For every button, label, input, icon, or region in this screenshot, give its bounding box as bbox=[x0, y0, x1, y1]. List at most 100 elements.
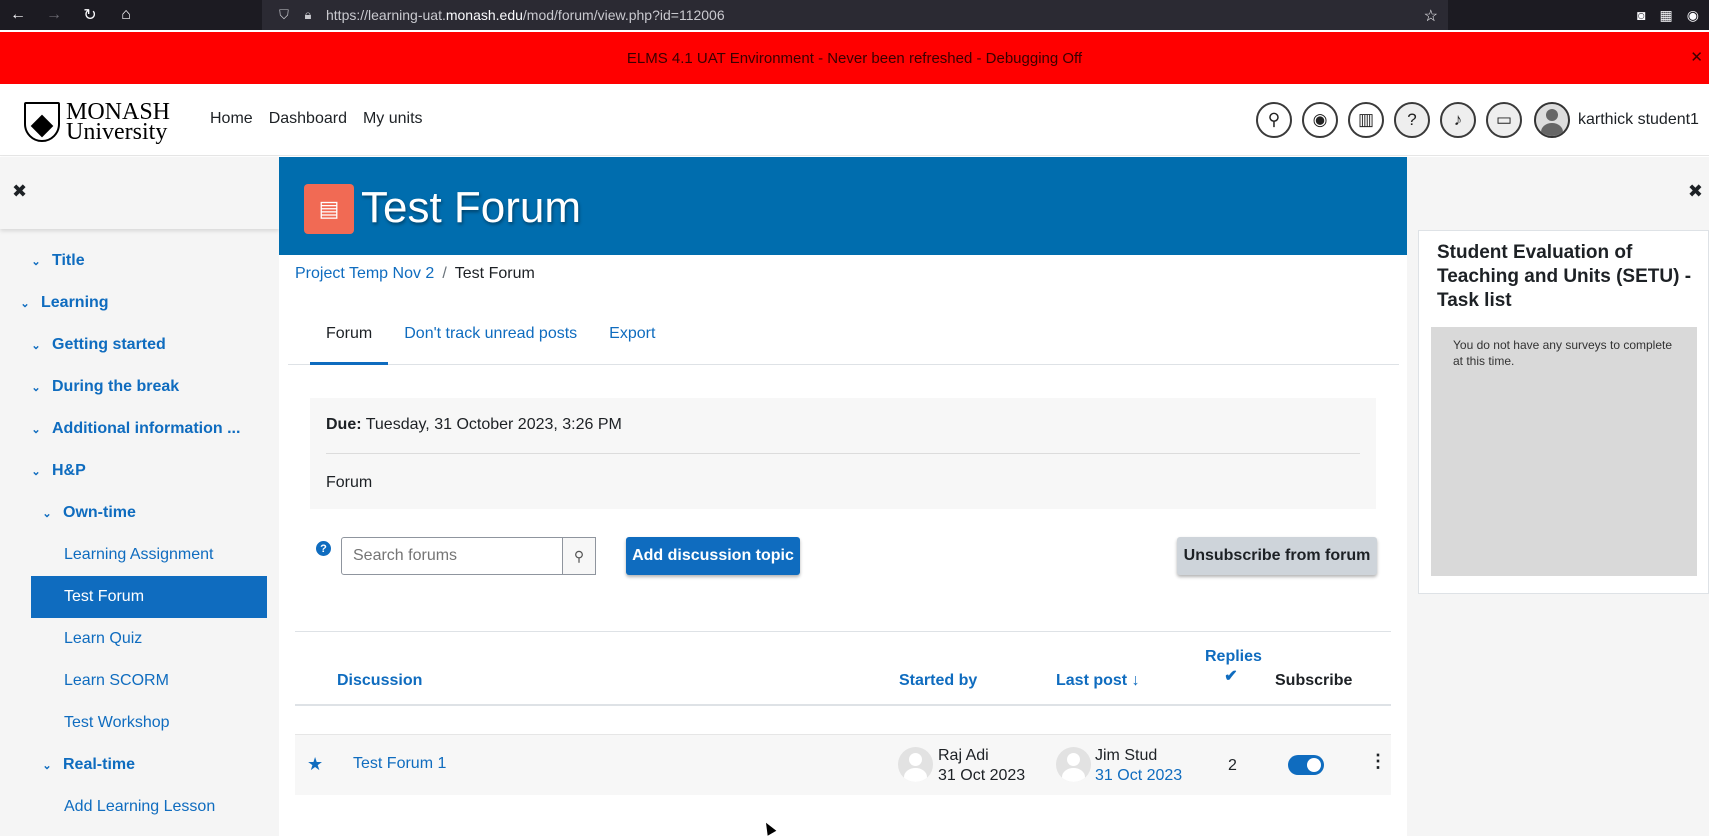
setu-block: Student Evaluation of Teaching and Units… bbox=[1418, 230, 1709, 594]
nav-my-units[interactable]: My units bbox=[363, 110, 423, 128]
course-item-learn-quiz[interactable]: Learn Quiz bbox=[0, 618, 279, 660]
column-header-replies[interactable]: Replies ✔ bbox=[1205, 648, 1262, 686]
tab-dont-track-unread[interactable]: Don't track unread posts bbox=[388, 315, 593, 365]
eye-icon[interactable]: ◉ bbox=[1302, 102, 1338, 138]
breadcrumb-separator: / bbox=[442, 265, 447, 282]
course-section-real-time[interactable]: ⌄ Real-time bbox=[0, 744, 279, 786]
course-section-title[interactable]: ⌄ Title bbox=[0, 240, 279, 282]
close-icon[interactable]: ✕ bbox=[1690, 48, 1703, 66]
chevron-down-icon[interactable]: ⌄ bbox=[39, 507, 55, 520]
close-drawer-icon[interactable]: ✖ bbox=[1688, 181, 1703, 202]
forum-description: Forum bbox=[326, 474, 373, 491]
search-input[interactable] bbox=[341, 537, 564, 575]
started-by-date: 31 Oct 2023 bbox=[938, 767, 1026, 784]
lock-icon: 🔒︎ bbox=[304, 7, 312, 22]
monash-logo[interactable]: MONASH University bbox=[24, 100, 170, 145]
table-head-divider bbox=[295, 704, 1391, 706]
avatar bbox=[898, 747, 933, 782]
column-header-discussion[interactable]: Discussion bbox=[337, 672, 422, 690]
user-menu[interactable]: karthick student1 bbox=[1534, 102, 1699, 138]
primary-navigation: Home Dashboard My units bbox=[210, 110, 423, 128]
table-divider bbox=[295, 631, 1391, 632]
chevron-down-icon[interactable]: ⌄ bbox=[28, 255, 44, 268]
page-header: ▤ Test Forum bbox=[279, 157, 1407, 255]
close-drawer-icon[interactable]: ✖ bbox=[12, 181, 27, 202]
pocket-icon[interactable]: ◙ bbox=[1637, 7, 1645, 23]
chat-icon[interactable]: ▭ bbox=[1486, 102, 1522, 138]
started-by-cell: Raj Adi 31 Oct 2023 bbox=[938, 746, 1025, 786]
block-drawer: ✖ Student Evaluation of Teaching and Uni… bbox=[1407, 157, 1709, 836]
forward-icon[interactable]: → bbox=[36, 0, 72, 30]
forum-activity-icon: ▤ bbox=[304, 184, 354, 234]
nav-dashboard[interactable]: Dashboard bbox=[269, 110, 347, 128]
course-item-add-learning-lesson[interactable]: Add Learning Lesson bbox=[0, 786, 279, 828]
last-post-name: Jim Stud bbox=[1095, 747, 1158, 764]
book-icon[interactable]: ▥ bbox=[1348, 102, 1384, 138]
block-title: Student Evaluation of Teaching and Units… bbox=[1437, 242, 1692, 311]
avatar bbox=[1056, 747, 1091, 782]
course-index-drawer: ✖ ⌄ Title ⌄ Learning ⌄ Getting started ⌄ Dur… bbox=[0, 157, 279, 836]
chevron-down-icon[interactable]: ⌄ bbox=[39, 759, 55, 772]
bookmark-star-icon[interactable]: ☆ bbox=[1424, 6, 1438, 26]
help-icon[interactable]: ? bbox=[1394, 102, 1430, 138]
search-forums: ⚲ bbox=[341, 537, 596, 575]
reload-icon[interactable]: ↻ bbox=[72, 0, 108, 30]
started-by-name: Raj Adi bbox=[938, 747, 989, 764]
course-item-learn-scorm[interactable]: Learn SCORM bbox=[0, 660, 279, 702]
last-post-date-link[interactable]: 31 Oct 2023 bbox=[1095, 766, 1182, 786]
page-title: Test Forum bbox=[361, 183, 582, 232]
course-section-hp[interactable]: ⌄ H&P bbox=[0, 450, 279, 492]
discussion-link[interactable]: Test Forum 1 bbox=[353, 755, 446, 773]
address-bar[interactable]: ⛉ 🔒︎ https://learning-uat.monash.edu/mod… bbox=[262, 0, 1448, 30]
tab-forum[interactable]: Forum bbox=[310, 315, 389, 365]
check-icon: ✔ bbox=[1224, 668, 1238, 685]
home-icon[interactable]: ⌂ bbox=[108, 0, 144, 30]
breadcrumb-course-link[interactable]: Project Temp Nov 2 bbox=[295, 265, 434, 283]
unsubscribe-button[interactable]: Unsubscribe from forum bbox=[1177, 537, 1377, 575]
course-section-getting-started[interactable]: ⌄ Getting started bbox=[0, 324, 279, 366]
subscribe-toggle[interactable] bbox=[1288, 755, 1324, 775]
more-actions-icon[interactable]: ⋮ bbox=[1369, 751, 1387, 772]
chevron-down-icon[interactable]: ⌄ bbox=[28, 465, 44, 478]
course-item-test-workshop[interactable]: Test Workshop bbox=[0, 702, 279, 744]
add-discussion-button[interactable]: Add discussion topic bbox=[626, 537, 800, 575]
secondary-navigation: Forum Don't track unread posts Export bbox=[288, 315, 1399, 365]
search-icon[interactable]: ⚲ bbox=[1256, 102, 1292, 138]
drawer-header: ✖ bbox=[0, 157, 279, 229]
course-section-during-break[interactable]: ⌄ During the break bbox=[0, 366, 279, 408]
extension-icon[interactable]: ◉ bbox=[1687, 7, 1699, 24]
course-section-learning[interactable]: ⌄ Learning bbox=[0, 282, 279, 324]
divider bbox=[326, 453, 1360, 454]
star-icon[interactable]: ★ bbox=[307, 754, 323, 775]
activity-dates: Due: Tuesday, 31 October 2023, 3:26 PM F… bbox=[310, 398, 1376, 509]
search-icon[interactable]: ⚲ bbox=[563, 537, 596, 575]
bell-icon[interactable]: ♪ bbox=[1440, 102, 1476, 138]
chevron-down-icon[interactable]: ⌄ bbox=[28, 381, 44, 394]
course-section-additional-info[interactable]: ⌄ Additional information ... bbox=[0, 408, 279, 450]
chevron-down-icon[interactable]: ⌄ bbox=[17, 297, 33, 310]
course-item-learning-assignment[interactable]: Learning Assignment bbox=[0, 534, 279, 576]
logo-line2: University bbox=[66, 119, 168, 145]
due-date: Due: Tuesday, 31 October 2023, 3:26 PM bbox=[326, 416, 622, 433]
column-header-last-post[interactable]: Last post ↓ bbox=[1056, 672, 1140, 690]
url-text: https://learning-uat.monash.edu/mod/foru… bbox=[326, 7, 725, 23]
tab-export[interactable]: Export bbox=[593, 315, 671, 365]
chevron-down-icon[interactable]: ⌄ bbox=[28, 423, 44, 436]
column-header-subscribe: Subscribe bbox=[1275, 672, 1353, 689]
shield-icon[interactable]: ⛉ bbox=[272, 7, 296, 23]
browser-toolbar: ← → ↻ ⌂ ⛉ 🔒︎ https://learning-uat.monash… bbox=[0, 0, 1709, 30]
nav-home[interactable]: Home bbox=[210, 110, 253, 128]
help-icon[interactable]: ? bbox=[316, 541, 331, 556]
user-name: karthick student1 bbox=[1578, 111, 1699, 128]
course-section-own-time[interactable]: ⌄ Own-time bbox=[0, 492, 279, 534]
chevron-down-icon[interactable]: ⌄ bbox=[28, 339, 44, 352]
back-icon[interactable]: ← bbox=[0, 0, 36, 30]
avatar bbox=[1534, 102, 1570, 138]
sort-arrow-down-icon: ↓ bbox=[1131, 672, 1140, 689]
column-header-started-by[interactable]: Started by bbox=[899, 672, 977, 690]
breadcrumb-current: Test Forum bbox=[454, 265, 535, 282]
table-row: ★ Test Forum 1 Raj Adi 31 Oct 2023 Jim S… bbox=[295, 734, 1391, 795]
qr-code-icon[interactable]: ▦ bbox=[1660, 7, 1673, 24]
course-item-test-forum[interactable]: Test Forum bbox=[31, 576, 267, 618]
crest-icon bbox=[24, 102, 60, 142]
